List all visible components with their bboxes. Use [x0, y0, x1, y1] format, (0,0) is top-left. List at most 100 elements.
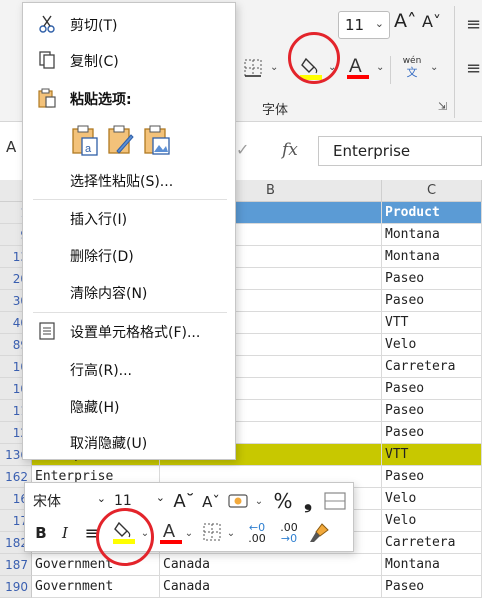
cell-product[interactable]: Carretera [382, 532, 482, 554]
cell-product[interactable]: Velo [382, 488, 482, 510]
row-header[interactable]: 187 [0, 554, 32, 576]
cell-product[interactable]: Montana [382, 246, 482, 268]
menu-item-paste-special[interactable]: 选择性粘贴(S)... [23, 163, 235, 197]
mini-decrease-decimal-button[interactable]: .00 →0 [275, 519, 303, 547]
ribbon-separator [390, 56, 391, 84]
confirm-entry-icon[interactable]: ✓ [236, 140, 249, 159]
mini-font-name-box[interactable]: 宋体 ⌄ [29, 488, 109, 514]
cell-product[interactable]: VTT [382, 312, 482, 334]
cell-product[interactable]: Paseo [382, 290, 482, 312]
svg-text:A: A [349, 56, 362, 77]
menu-item-copy[interactable]: 复制(C) [23, 43, 235, 77]
borders-button[interactable] [243, 58, 265, 78]
align-lines-icon[interactable]: ≡ [466, 14, 481, 35]
chevron-down-icon: ⌄ [155, 491, 165, 504]
menu-item-hide[interactable]: 隐藏(H) [23, 389, 235, 423]
cell-product[interactable]: Paseo [382, 466, 482, 488]
mini-borders-dropdown-chevron[interactable]: ⌄ [225, 525, 237, 541]
formula-input[interactable]: Enterprise [318, 136, 482, 166]
menu-item-label: 清除内容(N) [70, 286, 148, 302]
borders-dropdown-chevron[interactable]: ⌄ [270, 62, 278, 73]
insert-function-button[interactable]: fx [282, 140, 298, 160]
currency-icon [228, 494, 248, 508]
font-color-icon: A [347, 56, 369, 79]
phonetic-guide-button[interactable]: wén 文 [398, 55, 426, 85]
font-color-button[interactable]: A [346, 53, 370, 83]
menu-item-label: 删除行(D) [70, 249, 134, 265]
menu-item-cut[interactable]: 剪切(T) [23, 7, 235, 41]
cell-country[interactable]: Canada [160, 576, 382, 598]
cell-product[interactable]: Paseo [382, 422, 482, 444]
cell-product[interactable]: Paseo [382, 378, 482, 400]
mini-increase-font-button[interactable]: A˘ [173, 489, 195, 513]
mini-increase-decimal-button[interactable]: ←0 .00 [243, 519, 271, 547]
cell-product[interactable]: Montana [382, 554, 482, 576]
align-lines-icon[interactable]: ≡ [466, 58, 481, 79]
paste-picture-icon[interactable] [143, 125, 171, 157]
mini-bold-button[interactable]: B [31, 521, 51, 545]
mini-borders-button[interactable] [201, 521, 223, 543]
borders-icon [203, 523, 221, 541]
format-painter-icon [310, 523, 329, 542]
decrease-font-size-label: A˅ [422, 12, 441, 31]
chevron-down-icon: ⌄ [270, 62, 279, 73]
cell-product[interactable]: Carretera [382, 356, 482, 378]
increase-font-size-button[interactable]: A˄ [394, 10, 417, 32]
paste-keep-text-icon[interactable]: a [71, 125, 99, 157]
font-color-dropdown-chevron[interactable]: ⌄ [376, 62, 384, 73]
menu-item-unhide[interactable]: 取消隐藏(U) [23, 425, 235, 459]
mini-italic-button[interactable]: I [55, 521, 75, 545]
column-header-c[interactable]: C [382, 180, 482, 202]
menu-item-label: 行高(R)... [70, 363, 133, 379]
mini-toolbar: 宋体 ⌄ 11 ⌄ A˘ Aˇ ⌄ % ❟ B I ≡ ⌄ A ⌄ ⌄ ←0 .… [24, 482, 354, 552]
borders-icon [244, 59, 262, 77]
menu-separator [33, 312, 227, 313]
chevron-down-icon: ⌄ [96, 492, 106, 505]
cell-product[interactable]: VTT [382, 444, 482, 466]
menu-item-format-cells[interactable]: 设置单元格格式(F)... [23, 314, 235, 348]
merge-cells-icon [324, 492, 346, 510]
mini-comma-style-button[interactable]: ❟ [299, 488, 317, 514]
menu-item-row-height[interactable]: 行高(R)... [23, 352, 235, 386]
menu-separator [33, 199, 227, 200]
menu-item-insert-row[interactable]: 插入行(I) [23, 201, 235, 235]
cell-product[interactable]: Paseo [382, 576, 482, 598]
font-group-label: 字体 [262, 103, 289, 118]
menu-item-delete-row[interactable]: 删除行(D) [23, 238, 235, 272]
mini-merge-cells-button[interactable] [323, 489, 347, 513]
highlight-annotation-circle [288, 32, 340, 84]
chevron-down-icon: ⌄ [184, 527, 194, 539]
cell-product[interactable]: Paseo [382, 400, 482, 422]
mini-percent-button[interactable]: % [271, 488, 295, 514]
cell-product[interactable]: Paseo [382, 268, 482, 290]
cell-product[interactable]: Montana [382, 224, 482, 246]
decrease-font-size-button[interactable]: A˅ [422, 12, 441, 31]
mini-format-painter-button[interactable] [307, 521, 331, 545]
menu-item-clear-contents[interactable]: 清除内容(N) [23, 275, 235, 309]
paste-options-header: 粘贴选项: [23, 81, 235, 115]
cell-product[interactable]: Velo [382, 334, 482, 356]
cell-segment[interactable]: Government [32, 576, 160, 598]
cell-country[interactable]: Canada [160, 554, 382, 576]
phonetic-bottom-text: 文 [406, 66, 418, 79]
ribbon-font-size-box[interactable]: 11 ⌄ [338, 11, 390, 39]
dialog-launcher-icon[interactable]: ⇲ [438, 100, 447, 113]
paste-formatting-icon[interactable] [107, 125, 135, 157]
arrow-right-icon: →0 [280, 532, 298, 545]
mini-accounting-dropdown-chevron[interactable]: ⌄ [253, 493, 265, 509]
menu-item-label: 剪切(T) [70, 18, 118, 34]
row-header[interactable]: 190 [0, 576, 32, 598]
mini-accounting-format-button[interactable] [227, 490, 251, 512]
mini-decrease-font-button[interactable]: Aˇ [201, 491, 221, 513]
phonetic-dropdown-chevron[interactable]: ⌄ [430, 62, 438, 73]
header-cell-product[interactable]: Product [382, 202, 482, 224]
mini-font-color-dropdown-chevron[interactable]: ⌄ [183, 525, 195, 541]
menu-item-label: 复制(C) [70, 54, 119, 70]
menu-item-label: 取消隐藏(U) [70, 436, 148, 452]
chevron-down-icon: ⌄ [430, 62, 439, 73]
mini-font-color-button[interactable]: A [159, 519, 183, 547]
scissors-icon [39, 15, 55, 33]
cell-product[interactable]: Velo [382, 510, 482, 532]
clipboard-icon [38, 88, 56, 108]
menu-item-label: 选择性粘贴(S)... [70, 174, 174, 190]
